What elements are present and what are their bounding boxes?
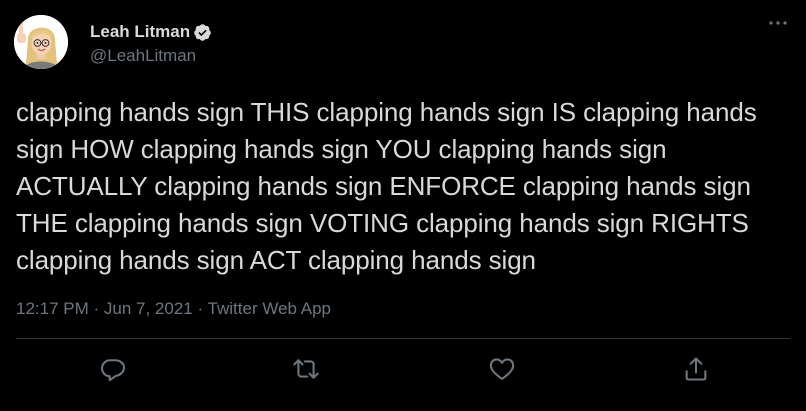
retweet-button[interactable] — [292, 355, 320, 383]
verified-badge-icon — [193, 23, 212, 42]
meta-separator: · — [192, 299, 208, 318]
reply-icon — [100, 359, 126, 382]
tweet-header: Leah Litman @LeahLitman — [14, 15, 212, 69]
retweet-icon — [293, 359, 319, 379]
share-icon — [685, 357, 707, 381]
avatar[interactable] — [14, 15, 68, 69]
action-bar — [0, 355, 806, 387]
tweet-text: clapping hands sign THIS clapping hands … — [16, 97, 757, 275]
display-name[interactable]: Leah Litman — [90, 22, 190, 42]
tweet-metadata: 12:17 PM · Jun 7, 2021 · Twitter Web App — [16, 298, 331, 320]
tweet-time[interactable]: 12:17 PM — [16, 299, 89, 318]
heart-icon — [489, 358, 515, 380]
share-button[interactable] — [682, 355, 710, 383]
author-handle[interactable]: @LeahLitman — [90, 45, 212, 67]
reply-button[interactable] — [99, 355, 127, 383]
tweet-source[interactable]: Twitter Web App — [208, 299, 331, 318]
display-name-row: Leah Litman — [90, 22, 212, 42]
divider — [16, 338, 790, 339]
meta-separator: · — [88, 299, 104, 318]
more-options-icon[interactable] — [766, 11, 790, 35]
author-names: Leah Litman @LeahLitman — [90, 22, 212, 67]
like-button[interactable] — [488, 355, 516, 383]
bitmoji-avatar-icon — [14, 15, 68, 69]
tweet-card: Leah Litman @LeahLitman clapping hands s… — [0, 0, 806, 411]
tweet-date[interactable]: Jun 7, 2021 — [104, 299, 193, 318]
